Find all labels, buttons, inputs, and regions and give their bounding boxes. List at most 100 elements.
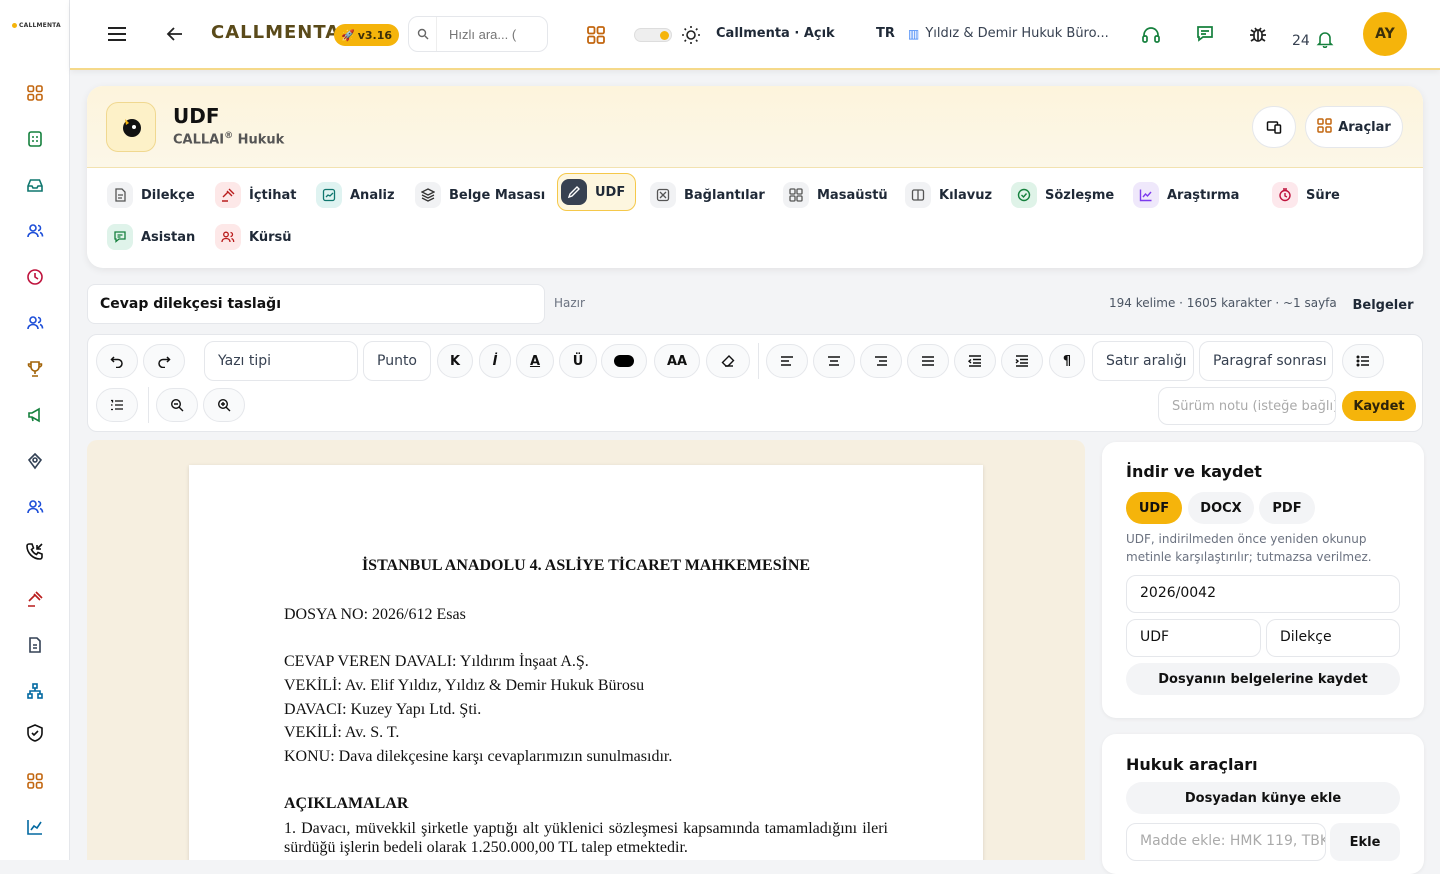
phone-incoming-icon[interactable] (24, 540, 46, 562)
toolbar-divider (148, 387, 149, 423)
user-avatar[interactable]: AY (1363, 12, 1407, 56)
megaphone-icon[interactable] (24, 404, 46, 426)
theme-toggle[interactable] (634, 28, 672, 42)
gavel-icon (215, 182, 241, 208)
language-selector[interactable]: TR (876, 26, 895, 41)
handshake-icon[interactable] (24, 450, 46, 472)
tools-button[interactable]: Araçlar (1305, 106, 1403, 148)
calculator-icon[interactable] (24, 128, 46, 150)
tab-masaustu[interactable]: Masaüstü (781, 178, 888, 212)
gavel-icon[interactable] (24, 588, 46, 610)
tab-arastirma[interactable]: Araştırma (1131, 178, 1239, 212)
font-size-select[interactable]: Punto (363, 341, 431, 381)
firm-selector[interactable]: ▥ Yıldız & Demir Hukuk Büro... (908, 26, 1109, 41)
file-number-input[interactable]: 2026/0042 (1126, 575, 1400, 613)
search-icon (409, 17, 437, 51)
align-right-icon[interactable] (860, 344, 902, 378)
tab-asistan[interactable]: Asistan (105, 220, 195, 254)
tab-kilavuz[interactable]: Kılavuz (903, 178, 992, 212)
contacts-icon[interactable] (24, 496, 46, 518)
align-justify-icon[interactable] (907, 344, 949, 378)
apps-icon[interactable] (24, 770, 46, 792)
brand-name[interactable]: CALLMENTA (211, 22, 340, 43)
headset-icon[interactable] (1140, 24, 1162, 46)
tab-analiz[interactable]: Analiz (314, 178, 395, 212)
version-note-input[interactable]: Sürüm notu (isteğe bağlı) (1158, 387, 1336, 425)
inbox-icon[interactable] (24, 174, 46, 196)
trend-icon (1133, 182, 1159, 208)
menu-icon[interactable] (106, 24, 128, 44)
zoom-in-icon[interactable] (203, 388, 245, 422)
download-card: İndir ve kaydet UDF DOCX PDF UDF, indiri… (1102, 442, 1424, 718)
trophy-icon[interactable] (24, 358, 46, 380)
file-icon[interactable] (24, 634, 46, 656)
search-input[interactable] (437, 19, 537, 49)
modules-icon[interactable] (586, 25, 606, 45)
hierarchy-icon[interactable] (24, 680, 46, 702)
notification-area[interactable]: 24 (1292, 30, 1334, 52)
tab-dilekce[interactable]: Dilekçe (105, 178, 195, 212)
add-citation-button[interactable]: Dosyadan künye ekle (1126, 782, 1400, 814)
tab-sozlesme[interactable]: Sözleşme (1009, 178, 1114, 212)
bullet-list-icon[interactable] (1342, 344, 1384, 378)
case-button[interactable]: AA (654, 344, 700, 378)
align-left-icon[interactable] (766, 344, 808, 378)
analytics-icon[interactable] (24, 816, 46, 838)
font-family-select[interactable]: Yazı tipi (204, 341, 358, 381)
save-button[interactable]: Kaydet (1342, 391, 1416, 421)
eraser-icon[interactable] (706, 344, 750, 378)
users-icon[interactable] (24, 220, 46, 242)
document-icon (107, 182, 133, 208)
document-page[interactable]: İSTANBUL ANADOLU 4. ASLİYE TİCARET MAHKE… (189, 465, 983, 860)
topbar: CALLMENTA 🚀v3.16 Callmenta · Açık TR ▥Yı… (70, 0, 1440, 70)
text-color-button[interactable] (601, 344, 647, 378)
back-arrow-icon[interactable] (166, 25, 184, 43)
shield-icon[interactable] (24, 722, 46, 744)
format-docx-button[interactable]: DOCX (1188, 492, 1254, 524)
format-udf-button[interactable]: UDF (1126, 492, 1182, 524)
tab-kursu[interactable]: Kürsü (213, 220, 292, 254)
device-icon[interactable] (1252, 106, 1296, 148)
save-to-file-button[interactable]: Dosyanın belgelerine kaydet (1126, 663, 1400, 695)
zoom-out-icon[interactable] (156, 388, 198, 422)
team-icon[interactable] (24, 312, 46, 334)
book-icon (905, 182, 931, 208)
quick-search[interactable] (408, 16, 548, 52)
undo-icon[interactable] (96, 344, 138, 378)
line-spacing-select[interactable]: Satır aralığı (1092, 341, 1194, 381)
file-number-line: DOSYA NO: 2026/612 Esas (284, 606, 466, 623)
category-input[interactable]: Dilekçe (1266, 619, 1400, 657)
sidebar-logo[interactable]: CALLMENTA (12, 22, 61, 29)
tab-belge-masasi[interactable]: Belge Masası (413, 178, 545, 212)
numbered-list-icon[interactable] (96, 388, 138, 422)
building-icon: ▥ (908, 26, 920, 41)
redo-icon[interactable] (143, 344, 185, 378)
paragraph-mark-button[interactable]: ¶ (1049, 344, 1085, 378)
clock-icon[interactable] (24, 266, 46, 288)
dashboard-icon[interactable] (24, 82, 46, 104)
document-name-input[interactable]: Cevap dilekçesi taslağı (87, 284, 545, 324)
paragraph-after-select[interactable]: Paragraf sonrası (1199, 341, 1333, 381)
underline-button[interactable]: A (516, 344, 554, 378)
strikethrough-button[interactable]: Ü (559, 344, 597, 378)
legal-tools-title: Hukuk araçları (1126, 755, 1258, 774)
bold-button[interactable]: K (437, 344, 473, 378)
tab-ictihat[interactable]: İçtihat (213, 178, 296, 212)
outdent-icon[interactable] (954, 344, 996, 378)
documents-button[interactable]: Belgeler (1343, 290, 1423, 320)
tab-baglantilar[interactable]: Bağlantılar (648, 178, 765, 212)
italic-button[interactable]: İ (479, 344, 511, 378)
type-input[interactable]: UDF (1126, 619, 1261, 657)
indent-icon[interactable] (1001, 344, 1043, 378)
sidebar: CALLMENTA (0, 0, 70, 860)
bug-icon[interactable] (1247, 24, 1269, 46)
align-center-icon[interactable] (813, 344, 855, 378)
format-pdf-button[interactable]: PDF (1259, 492, 1315, 524)
add-article-button[interactable]: Ekle (1330, 823, 1400, 861)
chat-icon[interactable] (1195, 24, 1215, 44)
sun-icon[interactable] (681, 25, 701, 45)
legal-tools-card: Hukuk araçları Dosyadan künye ekle Madde… (1102, 734, 1424, 874)
tab-sure[interactable]: Süre (1270, 178, 1340, 212)
article-input[interactable]: Madde ekle: HMK 119, TBK 1 (1126, 823, 1326, 861)
tab-udf[interactable]: UDF (557, 173, 637, 211)
